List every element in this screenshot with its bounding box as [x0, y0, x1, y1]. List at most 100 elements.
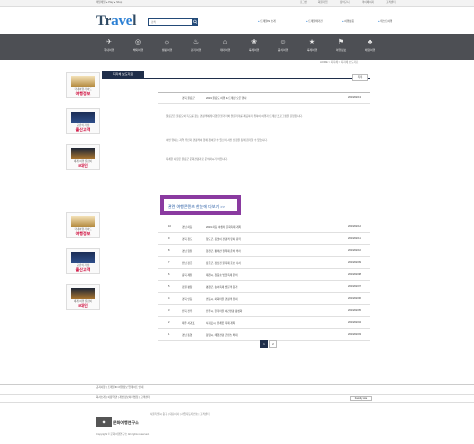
header-link-label: 트래블매거진	[308, 20, 323, 23]
search-button[interactable]	[192, 18, 198, 26]
row-title[interactable]: 2019 하동 야생차 문화축제 개최	[206, 225, 241, 229]
side-banner-text: 국내여행 가이드 여행정보	[74, 228, 92, 236]
row-title[interactable]: 통영시, 해양관광 콘텐츠 확대	[206, 333, 238, 337]
row-region: 경남 하동	[182, 226, 193, 229]
row-region: 경남 통영	[182, 334, 193, 337]
body-paragraph: 울릉군은 울릉도와 독도를 찾는 관광객에게 다양한 볼거리와 즐길거리를 제공…	[166, 115, 303, 118]
banner-image	[71, 112, 95, 123]
banner-image	[71, 288, 95, 299]
row-date: 2019/02/07	[348, 285, 361, 288]
header-link-magazine[interactable]: ● 트래블매거진	[306, 20, 323, 23]
clover-icon: ♣	[367, 39, 373, 46]
table-row[interactable]: 7 전남 장흥 장흥군, 정남진 물축제 홍보 나서 2019/02/09	[158, 257, 370, 269]
side-banner[interactable]: 국내여행 가이드 여행정보	[66, 212, 100, 238]
table-row[interactable]: 6 충북 제천 제천시, 청풍호 벚꽃축제 준비 2019/02/08	[158, 269, 370, 281]
side-banner-text: 교류의 거점 출산고객	[75, 124, 91, 132]
table-row[interactable]: 2 제주 서귀포 서귀포시, 유채꽃 축제 개최 2019/02/04	[158, 317, 370, 329]
side-banner-text: 국내여행 가이드 여행정보	[74, 88, 92, 96]
banner-image	[71, 76, 95, 87]
row-date: 2019/02/04	[348, 321, 361, 324]
side-banner[interactable]: 세계 여행 길잡이 5대인	[66, 284, 100, 310]
page-title: 지자체 보도자료	[102, 71, 144, 78]
row-num: 4	[168, 297, 170, 300]
row-title[interactable]: 안동시, 하회마을 관광객 유치	[206, 297, 238, 301]
row-region: 경남 합천	[182, 250, 193, 253]
row-num: 1	[168, 333, 170, 336]
top-strip-text: 매일매일 ▸ Play ▸ Shop	[96, 1, 123, 4]
row-num: 7	[168, 261, 170, 264]
logo-accent: ave	[111, 13, 133, 29]
header-link-about[interactable]: ● 트래블IN 소개	[258, 20, 276, 23]
row-region: 전남 장흥	[182, 262, 193, 265]
row-date: 2019/02/08	[348, 273, 361, 276]
table-row[interactable]: 5 강원 평창 평창군, 송어축제 방문객 증가 2019/02/07	[158, 281, 370, 293]
site-logo[interactable]: Travel	[96, 13, 136, 30]
side-banner[interactable]: 교류의 거점 출산고객	[66, 108, 100, 134]
breadcrumb: HOME > 지자체 > 지자체 보도자료	[320, 61, 359, 64]
family-site-select[interactable]: Family site	[350, 396, 372, 402]
page-1-button[interactable]: 1	[260, 340, 268, 348]
row-title[interactable]: 장흥군, 정남진 물축제 홍보 나서	[206, 261, 241, 265]
body-paragraph: 자세한 사항은 울릉군 문화관광과로 문의하시기 바랍니다.	[166, 158, 228, 161]
header-link-products[interactable]: ● 여행상품	[342, 20, 354, 23]
row-title[interactable]: 제천시, 청풍호 벚꽃축제 준비	[206, 273, 238, 277]
article-row: 경북 울릉군 2019 울릉도 여행 & 트레킹 오픈 행사 2019/02/1…	[158, 92, 370, 104]
table-row[interactable]: 3 전북 전주 전주시, 한옥마을 야간관광 활성화 2019/02/05	[158, 305, 370, 317]
top-link-mypage[interactable]: 마이페이지	[362, 1, 374, 4]
row-title[interactable]: 서귀포시, 유채꽃 축제 개최	[206, 321, 235, 325]
header-link-label: 트래블IN 소개	[260, 20, 276, 23]
row-date: 2019/02/05	[348, 309, 361, 312]
row-title[interactable]: 청도군, 봄맞이 관광객 유치 총력	[206, 237, 241, 241]
footer-brand: 문화여행연구소	[113, 420, 139, 425]
row-date: 2019/02/09	[348, 261, 361, 264]
nav-item-experience[interactable]: ♣ 체험여행	[353, 34, 387, 60]
row-title[interactable]: 평창군, 송어축제 방문객 증가	[206, 285, 238, 289]
footer-address: 서울특별시 중구 | 대표이사 | 사업자등록번호 | 고객센터	[150, 413, 210, 416]
search-input[interactable]	[148, 18, 198, 26]
row-region: 전북 전주	[182, 310, 193, 313]
footer-links-bar	[0, 394, 474, 403]
row-date: 2019/02/06	[348, 297, 361, 300]
side-banners-bottom: 국내여행 가이드 여행정보 교류의 거점 출산고객 세계 여행 길잡이 5대인	[66, 212, 100, 322]
row-num: 3	[168, 309, 170, 312]
side-banner[interactable]: 교류의 거점 출산고객	[66, 248, 100, 274]
row-num: 5	[168, 285, 170, 288]
row-title[interactable]: 전주시, 한옥마을 야간관광 활성화	[206, 309, 242, 313]
table-row[interactable]: 9 경북 청도 청도군, 봄맞이 관광객 유치 총력 2019/02/11	[158, 233, 370, 245]
top-link-support[interactable]: 고객센터	[386, 1, 396, 4]
row-region: 경북 청도	[182, 238, 193, 241]
side-banner[interactable]: 국내여행 가이드 여행정보	[66, 72, 100, 98]
footer-copyright: Copyright © 문화여행연구소 All rights reserved.	[96, 433, 150, 436]
logo-prefix: Tr	[96, 13, 112, 29]
table-row[interactable]: 10 경남 하동 2019 하동 야생차 문화축제 개최 2019/02/12	[158, 221, 370, 233]
page-2-button[interactable]: 2	[269, 340, 277, 348]
top-link-join[interactable]: 회원가입	[318, 1, 328, 4]
banner-image	[71, 252, 95, 263]
row-region: 강원 평창	[182, 286, 193, 289]
logo-suffix: l	[132, 13, 137, 29]
list-button[interactable]: 목록	[352, 74, 368, 81]
table-row[interactable]: 4 경북 안동 안동시, 하회마을 관광객 유치 2019/02/06	[158, 293, 370, 305]
table-row[interactable]: 8 경남 합천 합천군, 황매산 철쭉제 준비 박차 2019/02/10	[158, 245, 370, 257]
footer-logo: ◆	[96, 417, 112, 427]
side-banner-text: 세계 여행 길잡이 5대인	[73, 160, 93, 168]
header-link-test[interactable]: ● 테스트여행	[378, 20, 392, 23]
body-paragraph: 이번 행사는 지역 주민과 관광객이 함께 참여할 수 있으며 사전 신청을 통…	[166, 139, 268, 142]
header-link-label: 테스트여행	[380, 20, 393, 23]
row-region: 충북 제천	[182, 274, 193, 277]
row-region: 경북 안동	[182, 298, 193, 301]
footer-links[interactable]: 회사소개 | 이용약관 | 개인정보처리방침 | 고객센터	[96, 396, 150, 399]
top-strip	[0, 0, 474, 7]
footer-notice-bar	[0, 384, 474, 390]
banner-image	[71, 148, 95, 159]
top-link-cart[interactable]: 장바구니	[340, 1, 350, 4]
row-title[interactable]: 합천군, 황매산 철쭉제 준비 박차	[206, 249, 241, 253]
side-banners-top: 국내여행 가이드 여행정보 교류의 거점 출산고객 세계 여행 길잡이 5대인	[66, 72, 100, 182]
top-link-login[interactable]: 로그인	[300, 1, 307, 4]
related-content-link[interactable]: 관련 여행콘텐츠 한눈에 다보기 >>	[160, 195, 241, 215]
row-num: 8	[168, 249, 170, 252]
row-date: 2019/02/12	[348, 225, 361, 228]
footer-notice[interactable]: 공지사항 | 트래블IN 여행정보 업데이트 안내	[96, 386, 143, 389]
row-num: 9	[168, 237, 170, 240]
side-banner[interactable]: 세계 여행 길잡이 5대인	[66, 144, 100, 170]
